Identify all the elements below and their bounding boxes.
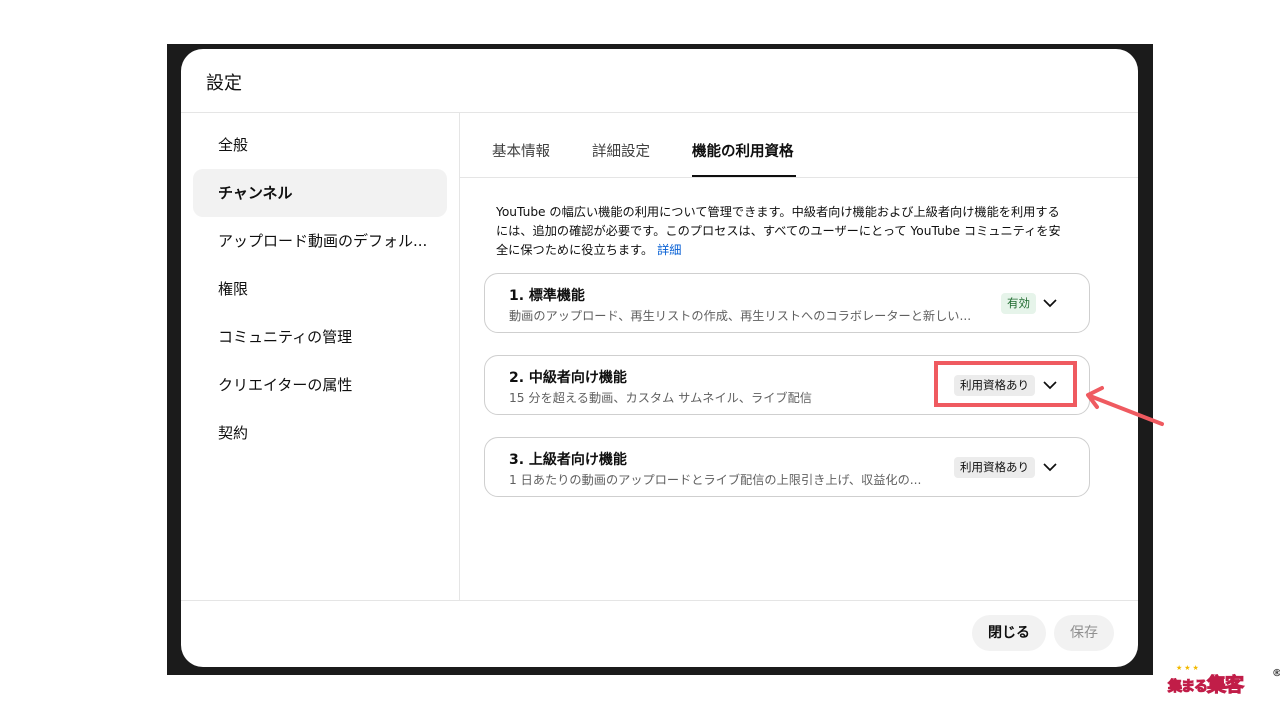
footer-divider <box>181 600 1138 601</box>
stars-decoration: ★★★ <box>1176 664 1201 672</box>
sidebar-item-community[interactable]: コミュニティの管理 <box>193 313 447 361</box>
status-badge: 利用資格あり <box>954 457 1035 478</box>
header-divider <box>181 112 1138 113</box>
settings-sidebar: 全般 チャンネル アップロード動画のデフォル... 権限 コミュニティの管理 ク… <box>193 121 447 457</box>
sidebar-divider <box>459 113 460 600</box>
intro-text: YouTube の幅広い機能の利用について管理できます。中級者向け機能および上級… <box>496 205 1061 257</box>
logo-text-large: 集客 <box>1206 674 1244 697</box>
pointer-arrow-icon <box>1086 386 1164 426</box>
feature-description: 動画のアップロード、再生リストの作成、再生リストへのコラボレーターと新しい... <box>509 309 972 323</box>
tab-feature-eligibility[interactable]: 機能の利用資格 <box>692 129 794 175</box>
save-button[interactable]: 保存 <box>1054 615 1114 651</box>
feature-description: 15 分を超える動画、カスタム サムネイル、ライブ配信 <box>509 391 812 405</box>
tab-basic-info[interactable]: 基本情報 <box>492 129 550 175</box>
dialog-title: 設定 <box>206 73 242 94</box>
feature-intro: YouTube の幅広い機能の利用について管理できます。中級者向け機能および上級… <box>496 203 1071 260</box>
highlight-box <box>934 361 1077 407</box>
learn-more-link[interactable]: 詳細 <box>657 243 681 257</box>
tabs-divider <box>460 177 1138 178</box>
close-button[interactable]: 閉じる <box>972 615 1046 651</box>
feature-title: 3. 上級者向け機能 <box>509 452 627 468</box>
brand-logo: ★★★ 集まる集客 ® <box>1168 664 1280 706</box>
registered-mark: ® <box>1272 668 1280 679</box>
sidebar-item-agreements[interactable]: 契約 <box>193 409 447 457</box>
sidebar-item-permissions[interactable]: 権限 <box>193 265 447 313</box>
sidebar-item-creator-attributes[interactable]: クリエイターの属性 <box>193 361 447 409</box>
sidebar-item-upload-defaults[interactable]: アップロード動画のデフォル... <box>193 217 447 265</box>
sidebar-item-general[interactable]: 全般 <box>193 121 447 169</box>
sidebar-item-channel[interactable]: チャンネル <box>193 169 447 217</box>
feature-card-standard[interactable]: 1. 標準機能 動画のアップロード、再生リストの作成、再生リストへのコラボレータ… <box>484 273 1090 333</box>
status-badge: 有効 <box>1001 293 1036 314</box>
tab-advanced-settings[interactable]: 詳細設定 <box>592 129 650 175</box>
feature-title: 1. 標準機能 <box>509 288 585 304</box>
chevron-down-icon[interactable] <box>1040 457 1060 477</box>
chevron-down-icon[interactable] <box>1040 293 1060 313</box>
feature-title: 2. 中級者向け機能 <box>509 370 627 386</box>
logo-text-small: 集まる <box>1168 679 1209 696</box>
feature-card-advanced[interactable]: 3. 上級者向け機能 1 日あたりの動画のアップロードとライブ配信の上限引き上げ… <box>484 437 1090 497</box>
feature-description: 1 日あたりの動画のアップロードとライブ配信の上限引き上げ、収益化の... <box>509 473 922 487</box>
